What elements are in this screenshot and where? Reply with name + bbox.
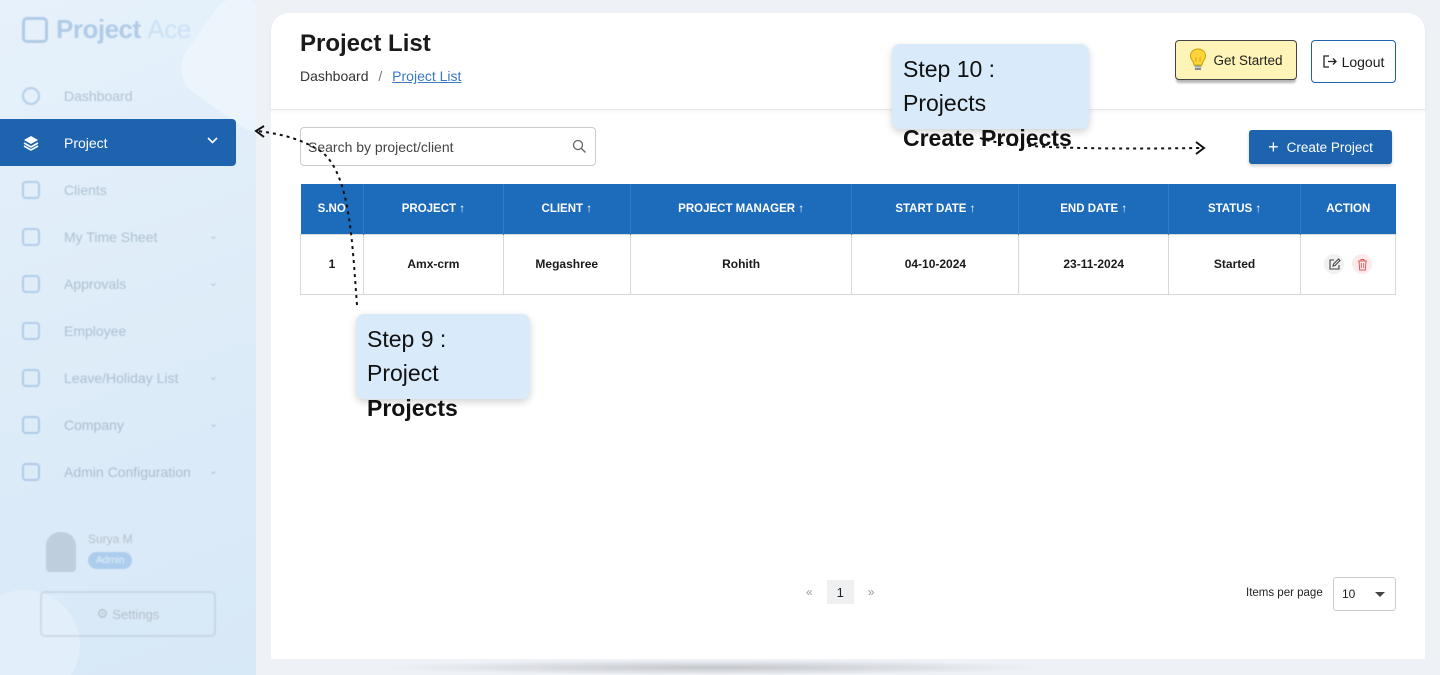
sidebar-item-leave-holiday[interactable]: Leave/Holiday List ⌄ xyxy=(0,354,236,401)
page-title: Project List xyxy=(300,30,431,57)
cell-action xyxy=(1300,233,1396,295)
role-badge: Admin xyxy=(88,552,133,569)
pagination: « 1 » xyxy=(806,580,874,604)
chevron-down-icon xyxy=(207,135,218,147)
edit-icon[interactable] xyxy=(1324,254,1344,274)
tour-step-title: Step 10 : Projects xyxy=(903,56,996,116)
clients-icon xyxy=(22,180,40,199)
logout-label: Logout xyxy=(1341,53,1385,70)
cell-sno: 1 xyxy=(300,233,364,295)
avatar xyxy=(46,532,76,572)
column-header-status[interactable]: STATUS ↑ xyxy=(1168,184,1301,234)
cell-project: Amx-crm xyxy=(362,233,504,295)
sidebar-item-label: Admin Configuration xyxy=(64,463,191,480)
tour-tooltip-step10[interactable]: Step 10 : Projects Create Projects xyxy=(892,44,1089,151)
breadcrumb-current[interactable]: Project List xyxy=(392,68,461,84)
admin-icon xyxy=(22,462,40,481)
tour-step-title: Step 9 : Project xyxy=(367,326,447,386)
leave-icon xyxy=(22,368,40,387)
breadcrumb-separator: / xyxy=(378,68,383,84)
plus-icon: + xyxy=(1268,137,1279,157)
next-page-button[interactable]: » xyxy=(868,585,875,599)
sidebar-item-dashboard[interactable]: Dashboard xyxy=(0,72,236,119)
items-per-page-label: Items per page xyxy=(1246,587,1323,599)
sidebar-item-label: Leave/Holiday List xyxy=(64,369,179,386)
user-name: Surya M xyxy=(88,532,133,546)
search-box xyxy=(300,127,596,166)
items-per-page-select[interactable]: 10 xyxy=(1333,577,1396,611)
page-number-current[interactable]: 1 xyxy=(826,580,854,604)
sidebar-item-approvals[interactable]: Approvals ⌄ xyxy=(0,260,236,307)
breadcrumb-dashboard[interactable]: Dashboard xyxy=(300,68,369,84)
items-per-page-value: 10 xyxy=(1342,587,1356,601)
column-header-project[interactable]: PROJECT ↑ xyxy=(363,184,504,234)
cell-end-date: 23-11-2024 xyxy=(1018,233,1170,295)
column-header-sno[interactable]: S.NO xyxy=(300,184,364,234)
sidebar-item-label: Project xyxy=(64,134,108,151)
sidebar-item-label: Dashboard xyxy=(64,87,133,104)
get-started-button[interactable]: Get Started xyxy=(1175,40,1297,80)
table-row: 1 Amx-crm Megashree Rohith 04-10-2024 23… xyxy=(300,233,1396,295)
sidebar-item-my-time-sheet[interactable]: My Time Sheet ⌄ xyxy=(0,213,236,260)
column-header-client[interactable]: CLIENT ↑ xyxy=(503,184,631,234)
layers-icon xyxy=(22,134,40,152)
lightbulb-icon xyxy=(1189,48,1207,72)
column-header-action: ACTION xyxy=(1300,184,1396,234)
prev-page-button[interactable]: « xyxy=(806,585,813,599)
chevron-down-icon: ⌄ xyxy=(208,371,218,383)
chevron-down-icon: ⌄ xyxy=(208,230,218,242)
project-table: S.NO PROJECT ↑ CLIENT ↑ PROJECT MANAGER … xyxy=(300,184,1396,295)
search-input[interactable] xyxy=(308,138,563,155)
delete-icon[interactable] xyxy=(1352,254,1372,274)
get-started-label: Get Started xyxy=(1213,52,1283,68)
create-project-label: Create Project xyxy=(1286,139,1373,155)
logout-icon xyxy=(1322,55,1337,68)
sidebar-item-clients[interactable]: Clients xyxy=(0,166,236,213)
tour-step-subtitle: Projects xyxy=(367,395,458,421)
sidebar-item-label: My Time Sheet xyxy=(64,228,158,245)
tour-arrow-head-step9 xyxy=(254,125,265,138)
column-header-start-date[interactable]: START DATE ↑ xyxy=(851,184,1020,234)
settings-button[interactable]: ⚙ Settings xyxy=(40,591,216,637)
decorative-shadow xyxy=(380,660,1050,675)
sidebar-item-company[interactable]: Company ⌄ xyxy=(0,401,236,448)
chevron-down-icon: ⌄ xyxy=(208,418,218,430)
dashboard-icon xyxy=(22,86,40,105)
caret-down-icon xyxy=(1375,592,1385,597)
sidebar-item-label: Employee xyxy=(64,322,127,339)
logo-text: Project xyxy=(56,14,141,44)
timesheet-icon xyxy=(22,227,40,246)
cell-project-manager: Rohith xyxy=(629,233,853,295)
sidebar: Project Ace Dashboard Project Clients My… xyxy=(0,0,256,675)
column-header-project-manager[interactable]: PROJECT MANAGER ↑ xyxy=(630,184,853,234)
calendar-icon xyxy=(22,274,40,293)
column-header-end-date[interactable]: END DATE ↑ xyxy=(1018,184,1170,234)
search-icon[interactable] xyxy=(572,139,587,159)
sidebar-item-label: Approvals xyxy=(64,275,127,292)
settings-label: Settings xyxy=(112,606,160,622)
table-header-row: S.NO PROJECT ↑ CLIENT ↑ PROJECT MANAGER … xyxy=(300,184,1396,234)
sidebar-item-admin-configuration[interactable]: Admin Configuration ⌄ xyxy=(0,448,236,495)
chevron-down-icon: ⌄ xyxy=(208,277,218,289)
chevron-down-icon: ⌄ xyxy=(208,465,218,477)
gear-icon: ⚙ xyxy=(96,606,109,621)
tour-step-subtitle: Create Projects xyxy=(903,125,1072,151)
cell-status: Started xyxy=(1168,233,1301,295)
tour-tooltip-step9[interactable]: Step 9 : Project Projects xyxy=(356,314,530,421)
employee-icon xyxy=(22,321,40,340)
sidebar-item-label: Company xyxy=(64,416,124,433)
company-icon xyxy=(22,415,40,434)
breadcrumb: Dashboard / Project List xyxy=(300,68,461,84)
logo-accent-text: Ace xyxy=(147,14,191,44)
user-profile: Surya M Admin xyxy=(46,532,133,572)
logout-button[interactable]: Logout xyxy=(1311,40,1396,83)
logo-icon xyxy=(22,16,48,43)
sidebar-item-label: Clients xyxy=(64,181,107,198)
app-logo: Project Ace xyxy=(22,14,191,45)
sidebar-item-project[interactable]: Project xyxy=(0,119,236,166)
sidebar-item-employee[interactable]: Employee xyxy=(0,307,236,354)
cell-client: Megashree xyxy=(502,233,631,295)
create-project-button[interactable]: + Create Project xyxy=(1249,130,1392,164)
cell-start-date: 04-10-2024 xyxy=(851,233,1020,295)
